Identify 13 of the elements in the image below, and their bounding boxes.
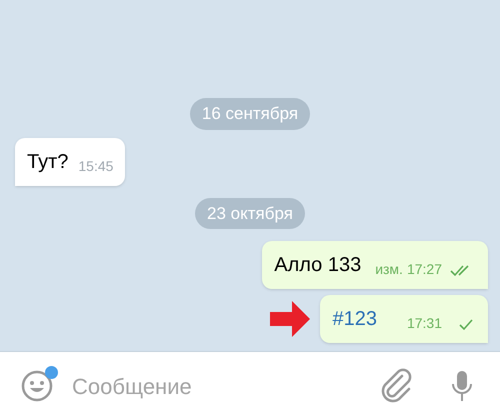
hashtag-link[interactable]: #123 <box>332 304 377 334</box>
date-label: 23 октября <box>195 198 305 229</box>
paperclip-icon[interactable] <box>380 368 412 404</box>
message-text: Алло 133 <box>274 253 362 278</box>
message-text: Тут? <box>27 150 68 174</box>
message-input[interactable]: Сообщение <box>72 370 380 402</box>
edited-label: изм. <box>375 260 403 279</box>
message-time: 17:27 <box>406 260 442 279</box>
date-label: 16 сентября <box>190 98 310 130</box>
message-time: 17:31 <box>406 314 442 333</box>
smiley-icon[interactable] <box>20 369 54 403</box>
microphone-icon[interactable] <box>450 369 474 403</box>
message-time: 15:45 <box>78 156 114 176</box>
